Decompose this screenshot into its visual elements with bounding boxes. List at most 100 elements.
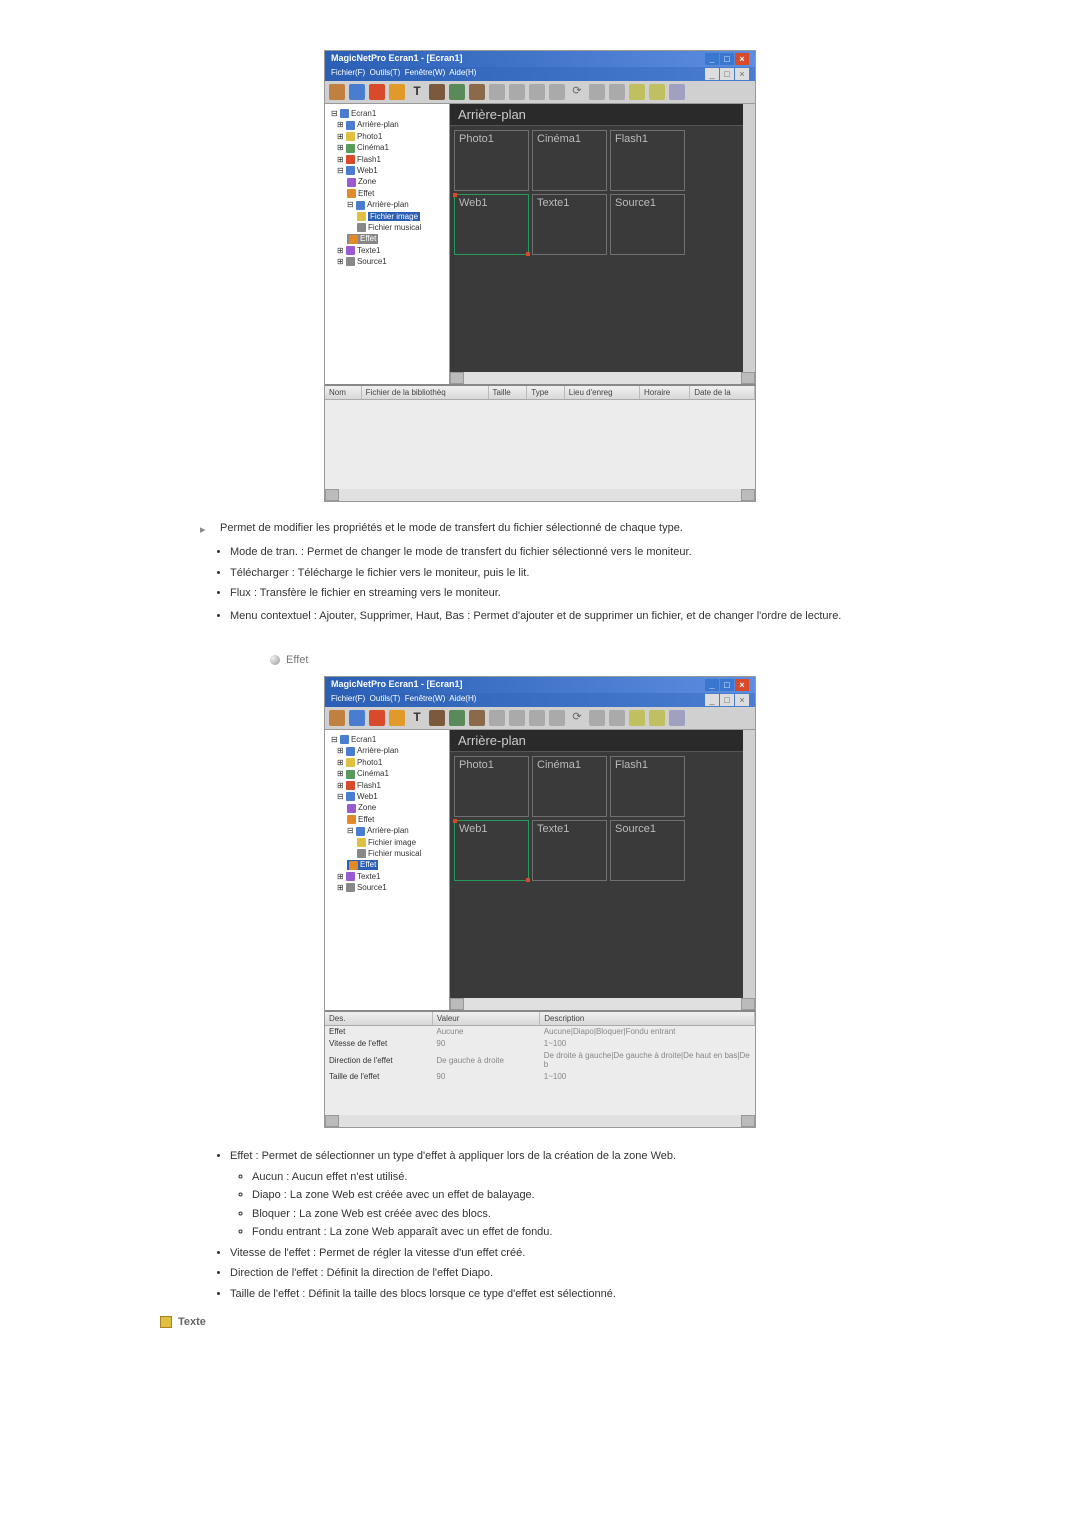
block-source1[interactable]: Source1: [610, 820, 685, 881]
col-type[interactable]: Type: [527, 386, 565, 400]
toolbar-redo-icon[interactable]: [649, 710, 665, 726]
close-icon[interactable]: ×: [735, 53, 749, 65]
toolbar-icon[interactable]: [609, 710, 625, 726]
toolbar-icon[interactable]: [469, 84, 485, 100]
scroll-track[interactable]: [339, 1115, 741, 1127]
tree-root[interactable]: ⊟ Ecran1: [327, 108, 447, 119]
toolbar-icon[interactable]: [349, 710, 365, 726]
toolbar-icon[interactable]: [509, 84, 525, 100]
scroll-right-icon[interactable]: [741, 372, 755, 384]
menu-help[interactable]: Aide(H): [449, 68, 476, 77]
col-taille[interactable]: Taille: [488, 386, 527, 400]
minimize-icon[interactable]: _: [705, 679, 719, 691]
toolbar-icon[interactable]: [389, 84, 405, 100]
menu-window[interactable]: Fenêtre(W): [405, 68, 445, 77]
toolbar-icon[interactable]: [529, 710, 545, 726]
mdi-min-icon[interactable]: _: [705, 694, 719, 706]
tree-node[interactable]: Fichier musical: [327, 222, 447, 233]
table-row[interactable]: Vitesse de l'effet 90 1~100: [325, 1038, 755, 1050]
col-fichier[interactable]: Fichier de la bibliothèq: [361, 386, 488, 400]
close-icon[interactable]: ×: [735, 679, 749, 691]
horizontal-scrollbar[interactable]: [450, 998, 755, 1010]
toolbar-refresh-icon[interactable]: ⟳: [569, 84, 585, 100]
scroll-track[interactable]: [339, 489, 741, 501]
tree-node[interactable]: ⊟ Web1: [327, 791, 447, 802]
tree-node[interactable]: ⊞ Cinéma1: [327, 142, 447, 153]
tree-node[interactable]: Fichier image: [327, 837, 447, 848]
vertical-scrollbar[interactable]: [743, 104, 755, 372]
tree-node-selected[interactable]: Effet: [327, 859, 447, 870]
menu-tools[interactable]: Outils(T): [370, 68, 401, 77]
mdi-max-icon[interactable]: □: [720, 68, 734, 80]
toolbar-redo-icon[interactable]: [649, 84, 665, 100]
table-row[interactable]: Effet Aucune Aucune|Diapo|Bloquer|Fondu …: [325, 1026, 755, 1038]
menu-items[interactable]: Fichier(F) Outils(T) Fenêtre(W) Aide(H): [331, 694, 476, 706]
col-lieu[interactable]: Lieu d'enreg: [564, 386, 639, 400]
scroll-left-icon[interactable]: [325, 489, 339, 501]
tree-node[interactable]: ⊞ Photo1: [327, 131, 447, 142]
toolbar-icon[interactable]: [669, 84, 685, 100]
toolbar-text-icon[interactable]: T: [409, 84, 425, 100]
toolbar-icon[interactable]: [429, 710, 445, 726]
scroll-left-icon[interactable]: [325, 1115, 339, 1127]
tree-node[interactable]: ⊞ Source1: [327, 882, 447, 893]
toolbar-icon[interactable]: [529, 84, 545, 100]
toolbar-icon[interactable]: [349, 84, 365, 100]
block-flash1[interactable]: Flash1: [610, 130, 685, 191]
scroll-left-icon[interactable]: [450, 372, 464, 384]
col-valeur[interactable]: Valeur: [432, 1012, 539, 1026]
toolbar-icon[interactable]: [329, 84, 345, 100]
tree-node[interactable]: Zone: [327, 176, 447, 187]
block-cinema1[interactable]: Cinéma1: [532, 130, 607, 191]
scroll-right-icon[interactable]: [741, 998, 755, 1010]
vertical-scrollbar[interactable]: [743, 730, 755, 998]
tree-node[interactable]: ⊟ Web1: [327, 165, 447, 176]
toolbar-undo-icon[interactable]: [629, 84, 645, 100]
minimize-icon[interactable]: _: [705, 53, 719, 65]
toolbar-icon[interactable]: [489, 710, 505, 726]
toolbar-icon[interactable]: [549, 710, 565, 726]
tree-node[interactable]: Zone: [327, 802, 447, 813]
tree-node[interactable]: ⊟ Arrière-plan: [327, 825, 447, 836]
tree-node[interactable]: ⊞ Cinéma1: [327, 768, 447, 779]
tree-node[interactable]: Effet: [327, 233, 447, 244]
menu-file[interactable]: Fichier(F): [331, 694, 365, 703]
mdi-close-icon[interactable]: ×: [735, 68, 749, 80]
toolbar-icon[interactable]: [589, 84, 605, 100]
toolbar-icon[interactable]: [509, 710, 525, 726]
block-web1-selected[interactable]: Web1: [454, 194, 529, 255]
menu-window[interactable]: Fenêtre(W): [405, 694, 445, 703]
tree-node[interactable]: ⊟ Arrière-plan: [327, 199, 447, 210]
col-des[interactable]: Des.: [325, 1012, 432, 1026]
block-source1[interactable]: Source1: [610, 194, 685, 255]
scroll-right-icon[interactable]: [741, 1115, 755, 1127]
toolbar-icon[interactable]: [369, 84, 385, 100]
block-texte1[interactable]: Texte1: [532, 194, 607, 255]
toolbar-icon[interactable]: [609, 84, 625, 100]
toolbar-icon[interactable]: [489, 84, 505, 100]
mdi-max-icon[interactable]: □: [720, 694, 734, 706]
tree-node[interactable]: ⊞ Flash1: [327, 154, 447, 165]
tree-node[interactable]: ⊞ Texte1: [327, 871, 447, 882]
toolbar-icon[interactable]: [369, 710, 385, 726]
toolbar-icon[interactable]: [549, 84, 565, 100]
toolbar-icon[interactable]: [469, 710, 485, 726]
block-photo1[interactable]: Photo1: [454, 756, 529, 817]
col-description[interactable]: Description: [540, 1012, 755, 1026]
tree-node[interactable]: ⊞ Photo1: [327, 757, 447, 768]
scroll-left-icon[interactable]: [450, 998, 464, 1010]
block-texte1[interactable]: Texte1: [532, 820, 607, 881]
block-photo1[interactable]: Photo1: [454, 130, 529, 191]
block-flash1[interactable]: Flash1: [610, 756, 685, 817]
table-row[interactable]: Taille de l'effet 90 1~100: [325, 1071, 755, 1083]
tree-node[interactable]: Effet: [327, 188, 447, 199]
mdi-close-icon[interactable]: ×: [735, 694, 749, 706]
tree-node[interactable]: ⊞ Arrière-plan: [327, 745, 447, 756]
col-nom[interactable]: Nom: [325, 386, 361, 400]
panel-scrollbar[interactable]: [325, 489, 755, 501]
panel-scrollbar[interactable]: [325, 1115, 755, 1127]
toolbar-undo-icon[interactable]: [629, 710, 645, 726]
toolbar-icon[interactable]: [449, 710, 465, 726]
tree-node[interactable]: Fichier musical: [327, 848, 447, 859]
toolbar-icon[interactable]: [389, 710, 405, 726]
